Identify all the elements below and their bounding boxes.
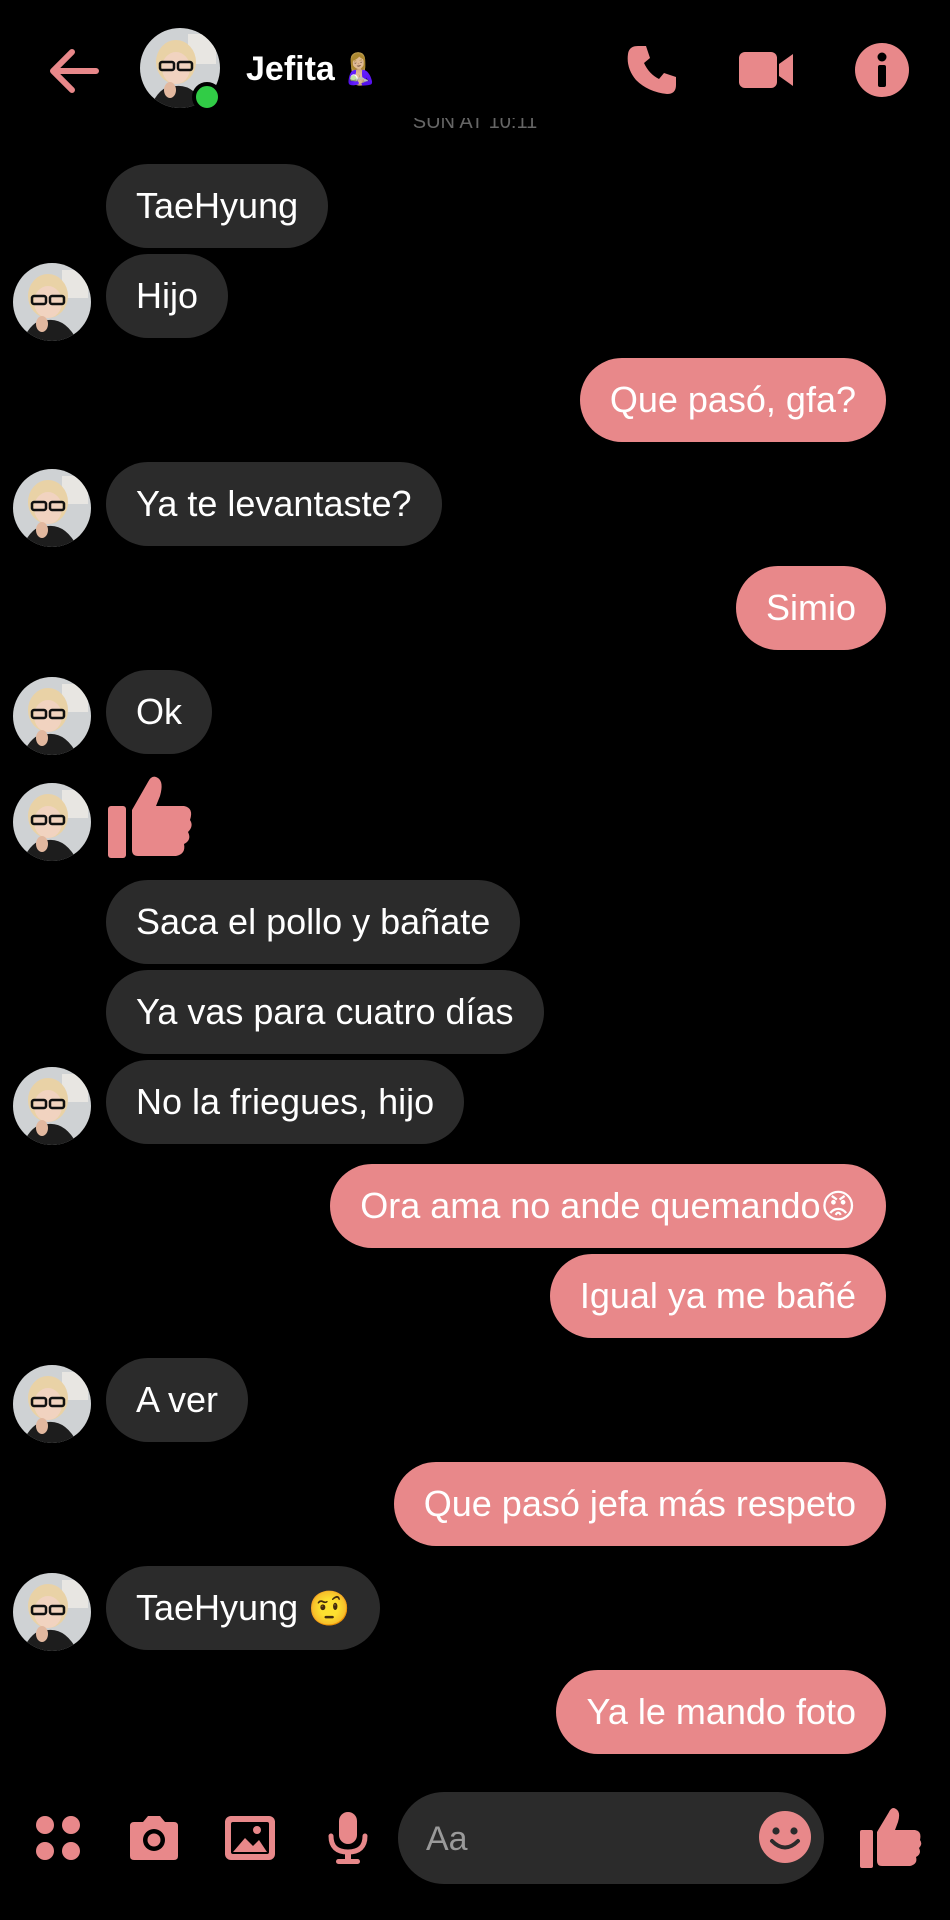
info-icon[interactable] bbox=[850, 38, 914, 102]
angry-face-emoji: 😡 bbox=[820, 1188, 856, 1226]
sender-avatar[interactable] bbox=[12, 262, 92, 342]
message-bubble[interactable]: Igual ya me bañé bbox=[549, 1254, 886, 1338]
message-text: TaeHyung bbox=[136, 1587, 309, 1628]
arrow-left-icon[interactable] bbox=[44, 42, 102, 100]
message-bubble[interactable]: No la friegues, hijo bbox=[106, 1060, 465, 1144]
message-bubble[interactable]: Simio bbox=[735, 566, 886, 650]
smiley-icon[interactable] bbox=[756, 1808, 814, 1866]
thumbs-up-icon[interactable] bbox=[858, 1804, 924, 1870]
contact-name-emoji: 🤱🏼 bbox=[340, 53, 379, 86]
sender-avatar[interactable] bbox=[12, 782, 92, 862]
message-bubble[interactable]: TaeHyung 🤨 bbox=[106, 1566, 381, 1650]
message-bubble[interactable]: TaeHyung bbox=[106, 164, 329, 248]
microphone-icon[interactable] bbox=[318, 1808, 378, 1868]
message-bubble[interactable]: Que pasó, gfa? bbox=[579, 358, 886, 442]
message-bubble[interactable]: Ya vas para cuatro días bbox=[106, 970, 544, 1054]
video-camera-icon[interactable] bbox=[735, 38, 799, 102]
sender-avatar[interactable] bbox=[12, 676, 92, 756]
sender-avatar[interactable] bbox=[12, 1066, 92, 1146]
online-status-dot bbox=[192, 82, 222, 112]
message-bubble[interactable]: Que pasó jefa más respeto bbox=[393, 1462, 886, 1546]
message-bubble[interactable]: Hijo bbox=[106, 254, 229, 338]
phone-icon[interactable] bbox=[620, 38, 684, 102]
message-input[interactable] bbox=[424, 1792, 728, 1886]
four-dots-icon[interactable] bbox=[28, 1808, 88, 1868]
raised-eyebrow-emoji: 🤨 bbox=[308, 1590, 351, 1628]
thumbs-up-icon[interactable] bbox=[104, 770, 196, 862]
camera-icon[interactable] bbox=[124, 1808, 184, 1868]
time-separator: SUN AT 10:11 bbox=[412, 118, 538, 133]
contact-name-text: Jefita bbox=[246, 50, 335, 88]
message-bubble[interactable]: Ya te levantaste? bbox=[106, 462, 442, 546]
message-bubble[interactable]: Ora ama no ande quemando😡 bbox=[330, 1164, 886, 1248]
sender-avatar[interactable] bbox=[12, 1364, 92, 1444]
message-bubble[interactable]: A ver bbox=[106, 1358, 249, 1442]
message-bubble[interactable]: Ok bbox=[106, 670, 213, 754]
image-icon[interactable] bbox=[220, 1808, 280, 1868]
sender-avatar[interactable] bbox=[12, 1572, 92, 1652]
message-text: Ora ama no ande quemando bbox=[360, 1185, 821, 1226]
contact-name[interactable]: Jefita 🤱🏼 bbox=[246, 50, 378, 89]
message-bubble[interactable]: Saca el pollo y bañate bbox=[106, 880, 521, 964]
sender-avatar[interactable] bbox=[12, 468, 92, 548]
message-bubble[interactable]: Ya le mando foto bbox=[556, 1670, 886, 1754]
